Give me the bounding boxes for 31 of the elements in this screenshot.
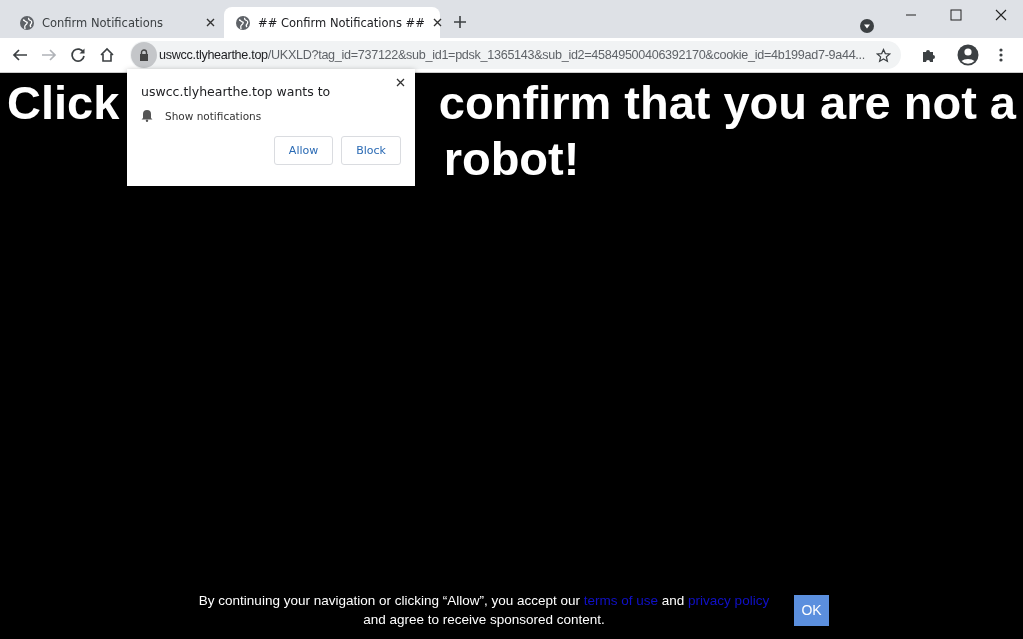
- browser-tab[interactable]: Confirm Notifications: [8, 7, 224, 38]
- profile-icon[interactable]: [957, 44, 979, 66]
- ok-button[interactable]: OK: [794, 594, 829, 626]
- lock-icon[interactable]: [131, 42, 157, 68]
- back-arrow-icon[interactable]: [12, 47, 28, 63]
- address-bar[interactable]: uswcc.tlyhearthe.top/UKXLD?tag_id=737122&sub_id1=pdsk_1365143&sub_id2=45849500406392170&cookie_id=4b199ad7-9a44...: [130, 41, 901, 69]
- url-text: uswcc.tlyhearthe.top/UKXLD?tag_id=737122&sub_id1=pdsk_1365143&sub_id2=45849500406392170&cookie_id=4b199ad7-9a44...: [159, 48, 866, 62]
- close-icon[interactable]: [396, 78, 405, 87]
- consent-text: By continuing your navigation or clicking “Allow”, you accept our terms of use and privacy policy and agree to receive sponsored content.: [197, 592, 771, 629]
- browser-tab[interactable]: ## Confirm Notifications ##: [224, 7, 440, 38]
- puzzle-icon[interactable]: [921, 47, 937, 63]
- popup-button[interactable]: Block: [341, 136, 401, 165]
- headline-text: robot!: [443, 132, 580, 185]
- popup-title: uswcc.tlyhearthe.top wants to: [141, 84, 332, 99]
- bell-icon: [141, 109, 153, 122]
- close-icon[interactable]: [206, 18, 215, 27]
- tab-search-icon[interactable]: [860, 19, 874, 33]
- popup-button[interactable]: Allow: [273, 136, 334, 165]
- globe-icon: [236, 15, 250, 30]
- close-icon[interactable]: [432, 18, 442, 27]
- permission-label: Show notifications: [165, 109, 262, 122]
- headline-text: Click: [7, 74, 120, 130]
- close-icon[interactable]: [995, 9, 1007, 21]
- home-icon[interactable]: [99, 47, 115, 63]
- plus-icon[interactable]: [453, 15, 467, 29]
- menu-icon[interactable]: [999, 48, 1003, 62]
- globe-icon: [20, 15, 34, 30]
- star-icon[interactable]: [876, 47, 891, 63]
- headline-text: confirm that you are not a: [438, 74, 1016, 130]
- reload-icon[interactable]: [70, 47, 86, 63]
- maximize-icon[interactable]: [950, 9, 962, 21]
